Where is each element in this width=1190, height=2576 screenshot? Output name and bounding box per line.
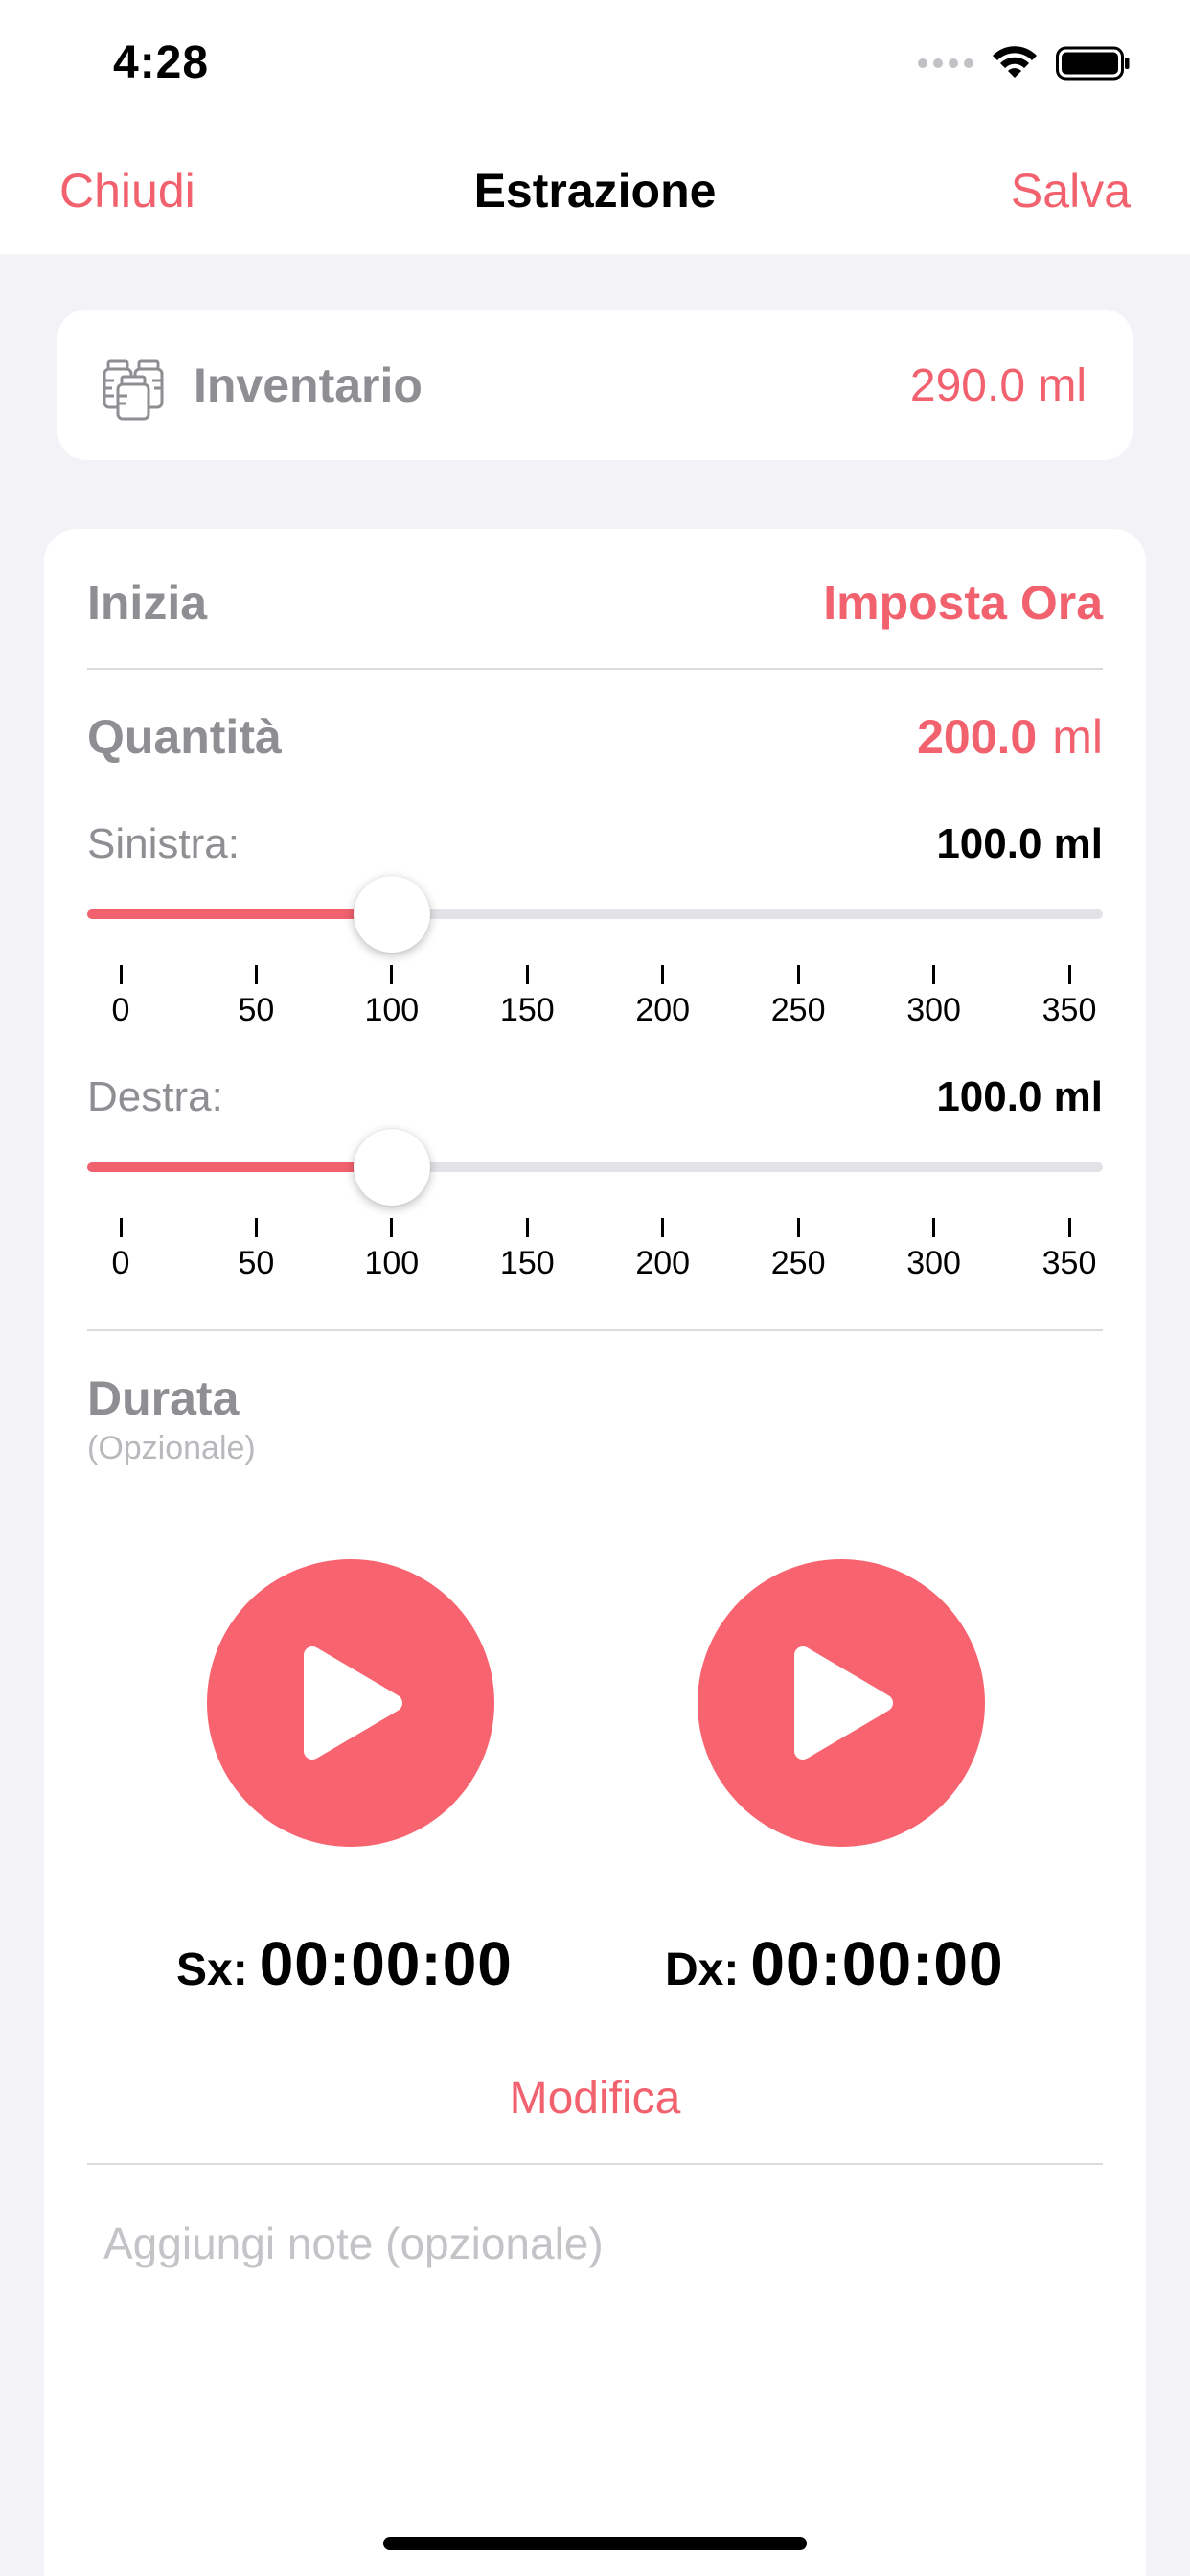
scale-tick: 100	[354, 965, 430, 1029]
status-icons	[918, 44, 1131, 82]
inventory-label: Inventario	[194, 358, 423, 412]
tick-mark	[1067, 965, 1071, 984]
tick-label: 300	[906, 1245, 961, 1281]
scale-tick: 200	[625, 1218, 701, 1282]
tick-label: 300	[906, 992, 961, 1028]
scale-tick: 150	[489, 1218, 565, 1282]
play-icon	[304, 1646, 402, 1760]
tick-mark	[661, 1218, 665, 1237]
tick-label: 350	[1041, 992, 1097, 1028]
scale-tick: 300	[896, 1218, 973, 1282]
tick-mark	[390, 965, 394, 984]
inventory-card[interactable]: Inventario 290.0 ml	[57, 310, 1133, 460]
tick-mark	[254, 965, 258, 984]
scale-tick: 300	[896, 965, 973, 1029]
tick-label: 200	[635, 992, 691, 1028]
tick-mark	[525, 1218, 529, 1237]
left-side-label: Sinistra:	[87, 820, 240, 867]
divider	[87, 668, 1103, 670]
tick-mark	[796, 965, 800, 984]
navigation-bar: Chiudi Estrazione Salva	[0, 134, 1190, 254]
scale-tick: 0	[82, 1218, 159, 1282]
quantity-total-value: 200.0	[917, 710, 1038, 764]
scale-tick: 250	[760, 965, 836, 1029]
left-play-button[interactable]	[207, 1559, 494, 1847]
scale-tick: 50	[217, 965, 294, 1029]
tick-label: 100	[364, 992, 420, 1028]
tick-mark	[525, 965, 529, 984]
scale-tick: 150	[489, 965, 565, 1029]
scale-tick: 350	[1031, 965, 1108, 1029]
cellular-signal-icon	[918, 58, 973, 68]
right-timer-prefix: Dx:	[665, 1944, 740, 1995]
battery-icon	[1056, 46, 1130, 80]
screen: 4:28 Chiudi Estrazione Salva Inventario …	[0, 0, 1190, 2576]
left-quantity-slider[interactable]	[87, 875, 1103, 953]
scale-tick: 250	[760, 1218, 836, 1282]
left-timer-value: 00:00:00	[259, 1929, 513, 1998]
left-timer: Sx: 00:00:00	[176, 1928, 513, 1999]
tick-mark	[796, 1218, 800, 1237]
quantity-label: Quantità	[87, 710, 282, 764]
tick-mark	[1067, 1218, 1071, 1237]
scale-tick: 100	[354, 1218, 430, 1282]
right-side-label: Destra:	[87, 1073, 223, 1120]
tick-label: 200	[635, 1245, 691, 1281]
tick-label: 250	[770, 1245, 826, 1281]
right-slider-scale: 0 50 100 150 200 250 300 350	[87, 1218, 1103, 1285]
left-slider-scale: 0 50 100 150 200 250 300 350	[87, 965, 1103, 1032]
notes-input[interactable]	[103, 2218, 1090, 2409]
slider-fill	[87, 1162, 392, 1172]
play-icon	[794, 1646, 893, 1760]
tick-mark	[254, 1218, 258, 1237]
duration-label: Durata	[87, 1371, 240, 1425]
tick-label: 350	[1041, 1245, 1097, 1281]
right-quantity-slider[interactable]	[87, 1128, 1103, 1206]
tick-mark	[661, 965, 665, 984]
scale-tick: 200	[625, 965, 701, 1029]
left-timer-prefix: Sx:	[176, 1944, 248, 1995]
left-side-value: 100.0 ml	[936, 820, 1103, 867]
scale-tick: 350	[1031, 1218, 1108, 1282]
inventory-value: 290.0 ml	[909, 360, 1087, 411]
divider	[87, 1329, 1103, 1331]
right-play-button[interactable]	[698, 1559, 985, 1847]
right-timer-value: 00:00:00	[750, 1929, 1004, 1998]
tick-label: 0	[111, 1245, 130, 1281]
tick-mark	[932, 1218, 936, 1237]
edit-duration-button[interactable]: Modifica	[44, 2072, 1146, 2125]
tick-mark	[119, 1218, 123, 1237]
divider	[87, 2163, 1103, 2165]
quantity-unit: ml	[1052, 710, 1103, 764]
set-now-button[interactable]: Imposta Ora	[823, 575, 1103, 631]
tick-label: 50	[238, 1245, 275, 1281]
extraction-form-card: Inizia Imposta Ora Quantità 200.0 ml Sini…	[44, 529, 1146, 2576]
tick-label: 150	[499, 992, 555, 1028]
tick-label: 50	[238, 992, 275, 1028]
scale-tick: 0	[82, 965, 159, 1029]
status-time: 4:28	[113, 37, 210, 88]
scale-tick: 50	[217, 1218, 294, 1282]
tick-label: 250	[770, 992, 826, 1028]
status-bar: 4:28	[0, 0, 1190, 134]
save-button[interactable]: Salva	[1011, 163, 1131, 218]
tick-label: 150	[499, 1245, 555, 1281]
slider-thumb[interactable]	[353, 1129, 430, 1206]
tick-mark	[390, 1218, 394, 1237]
wifi-icon	[993, 46, 1037, 78]
right-side-value: 100.0 ml	[936, 1073, 1103, 1120]
tick-label: 100	[364, 1245, 420, 1281]
home-indicator	[383, 2537, 807, 2550]
tick-label: 0	[111, 992, 130, 1028]
bottles-icon	[103, 359, 164, 421]
tick-mark	[932, 965, 936, 984]
start-label: Inizia	[87, 576, 208, 630]
tick-mark	[119, 965, 123, 984]
right-timer: Dx: 00:00:00	[665, 1928, 1004, 1999]
slider-fill	[87, 909, 392, 919]
slider-thumb[interactable]	[353, 876, 430, 953]
duration-optional-label: (Opzionale)	[87, 1430, 256, 1466]
quantity-total: 200.0 ml	[917, 709, 1103, 765]
